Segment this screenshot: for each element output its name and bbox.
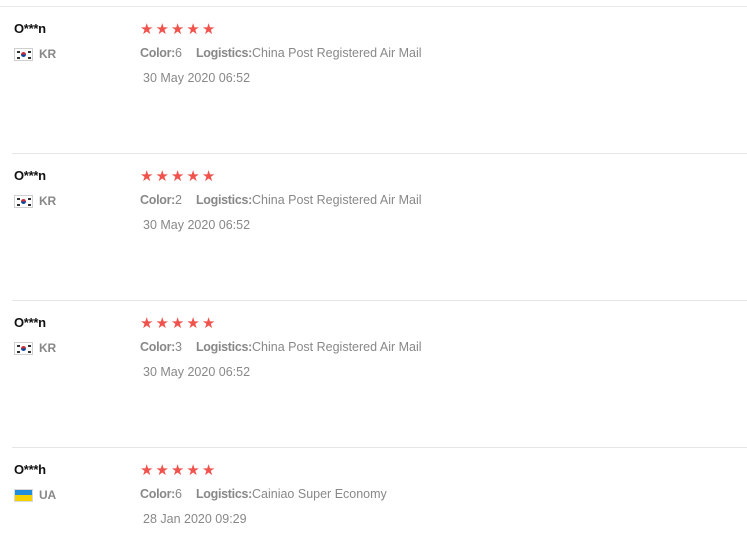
logistics-label: Logistics: <box>195 193 252 207</box>
review-item: O***n KR ★ ★ ★ ★ ★ Color:6 Logistics:Chin… <box>0 7 747 154</box>
color-label: Color: <box>140 193 175 207</box>
star-rating: ★ ★ ★ ★ ★ <box>140 316 215 331</box>
logistics-value: China Post Registered Air Mail <box>252 340 422 354</box>
logistics-value: China Post Registered Air Mail <box>252 193 422 207</box>
review-date: 30 May 2020 06:52 <box>143 71 251 85</box>
kr-flag-icon <box>14 47 33 61</box>
country-code: KR <box>39 47 56 61</box>
order-info: Color:6 Logistics:Cainiao Super Economy <box>140 487 387 501</box>
reviewer-name: O***n <box>14 168 46 183</box>
country-code: KR <box>39 341 56 355</box>
star-icon: ★ <box>140 461 154 479</box>
star-icon: ★ <box>170 461 185 479</box>
star-icon: ★ <box>140 167 154 185</box>
ua-flag-icon <box>14 488 33 502</box>
color-value: 2 <box>175 193 182 207</box>
star-icon: ★ <box>155 20 169 38</box>
star-icon: ★ <box>155 314 169 332</box>
review-item: O***n KR ★ ★ ★ ★ ★ Color:3 Logistics:Chin… <box>0 301 747 448</box>
logistics-value: Cainiao Super Economy <box>252 487 387 501</box>
reviewer-country: UA <box>14 488 56 502</box>
star-icon: ★ <box>155 461 169 479</box>
star-rating: ★ ★ ★ ★ ★ <box>140 22 215 37</box>
logistics-value: China Post Registered Air Mail <box>252 46 422 60</box>
color-label: Color: <box>140 487 175 501</box>
star-icon: ★ <box>170 20 185 38</box>
star-icon: ★ <box>186 314 200 332</box>
reviewer-country: KR <box>14 47 56 61</box>
kr-flag-icon <box>14 341 33 355</box>
star-icon: ★ <box>201 20 216 38</box>
review-date: 28 Jan 2020 09:29 <box>143 512 247 526</box>
color-value: 6 <box>175 46 182 60</box>
star-icon: ★ <box>201 167 216 185</box>
country-code: UA <box>39 488 56 502</box>
star-icon: ★ <box>140 20 154 38</box>
review-date: 30 May 2020 06:52 <box>143 218 251 232</box>
star-icon: ★ <box>186 461 200 479</box>
color-label: Color: <box>140 46 175 60</box>
color-value: 6 <box>175 487 182 501</box>
country-code: KR <box>39 194 56 208</box>
star-icon: ★ <box>186 167 200 185</box>
reviewer-country: KR <box>14 341 56 355</box>
order-info: Color:6 Logistics:China Post Registered A… <box>140 46 422 60</box>
star-icon: ★ <box>201 314 216 332</box>
order-info: Color:2 Logistics:China Post Registered A… <box>140 193 422 207</box>
order-info: Color:3 Logistics:China Post Registered A… <box>140 340 422 354</box>
star-rating: ★ ★ ★ ★ ★ <box>140 463 215 478</box>
reviewer-country: KR <box>14 194 56 208</box>
logistics-label: Logistics: <box>195 487 252 501</box>
review-item: O***n KR ★ ★ ★ ★ ★ Color:2 Logistics:Chin… <box>0 154 747 301</box>
color-label: Color: <box>140 340 175 354</box>
logistics-label: Logistics: <box>195 340 252 354</box>
logistics-label: Logistics: <box>195 46 252 60</box>
color-value: 3 <box>175 340 182 354</box>
reviewer-name: O***n <box>14 21 46 36</box>
review-item: O***h UA ★ ★ ★ ★ ★ Color:6 Logistics:Cain… <box>0 448 747 540</box>
star-icon: ★ <box>170 167 185 185</box>
star-icon: ★ <box>140 314 154 332</box>
star-icon: ★ <box>155 167 169 185</box>
kr-flag-icon <box>14 194 33 208</box>
star-icon: ★ <box>186 20 200 38</box>
star-icon: ★ <box>170 314 185 332</box>
reviewer-name: O***n <box>14 315 46 330</box>
reviewer-name: O***h <box>14 462 46 477</box>
star-icon: ★ <box>201 461 216 479</box>
star-rating: ★ ★ ★ ★ ★ <box>140 169 215 184</box>
review-date: 30 May 2020 06:52 <box>143 365 251 379</box>
